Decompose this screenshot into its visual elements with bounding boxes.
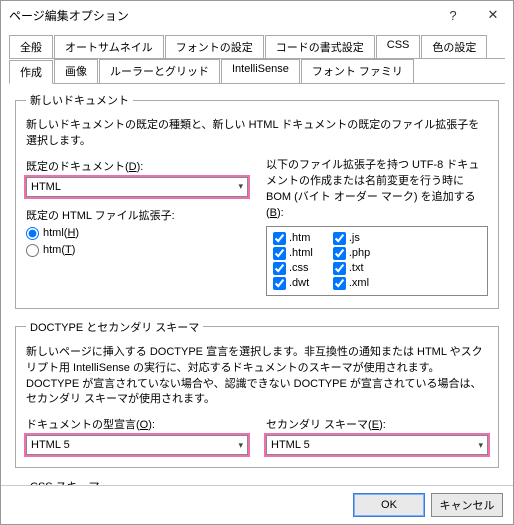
ext-checkbox-js[interactable]: .js <box>333 231 370 246</box>
secondary-schema-label: セカンダリ スキーマ(E): <box>266 416 488 432</box>
help-button[interactable]: ? <box>433 1 473 29</box>
radio-html[interactable]: html(H) <box>26 227 248 240</box>
ext-checkbox-css[interactable]: .css <box>273 261 313 276</box>
default-document-label: 既定のドキュメント(D): <box>26 158 248 174</box>
tab-オートサムネイル[interactable]: オートサムネイル <box>54 35 164 58</box>
tab-画像[interactable]: 画像 <box>54 59 98 83</box>
doctype-declaration-label: ドキュメントの型宣言(O): <box>26 416 248 432</box>
group-new-document: 新しいドキュメント 新しいドキュメントの既定の種類と、新しい HTML ドキュメ… <box>15 92 499 309</box>
group-css-schema: CSS スキーマ このスキーマは、CSS IntelliSense で使用できる… <box>15 478 499 485</box>
ext-checkbox-html[interactable]: .html <box>273 246 313 261</box>
ext-checkbox-php[interactable]: .php <box>333 246 370 261</box>
titlebar: ページ編集オプション ? ✕ <box>1 1 513 29</box>
tab-IntelliSense[interactable]: IntelliSense <box>221 59 300 83</box>
group-description: 新しいドキュメントの既定の種類と、新しい HTML ドキュメントの既定のファイル… <box>26 118 488 150</box>
utf8-description: 以下のファイル拡張子を持つ UTF-8 ドキュメントの作成または名前変更を行う時… <box>266 158 488 222</box>
cancel-button[interactable]: キャンセル <box>431 493 503 517</box>
tab-フォントの設定[interactable]: フォントの設定 <box>165 35 264 58</box>
tab-CSS[interactable]: CSS <box>376 35 421 58</box>
group-description: 新しいページに挿入する DOCTYPE 宣言を選択します。非互換性の通知または … <box>26 345 488 409</box>
tab-content: 新しいドキュメント 新しいドキュメントの既定の種類と、新しい HTML ドキュメ… <box>1 84 513 485</box>
chevron-down-icon: ▾ <box>478 440 483 451</box>
tab-フォント ファミリ[interactable]: フォント ファミリ <box>301 59 414 83</box>
extension-label: 既定の HTML ファイル拡張子: <box>26 207 248 223</box>
dialog-title: ページ編集オプション <box>9 7 433 24</box>
tab-strip: 全般オートサムネイルフォントの設定コードの書式設定CSS色の設定 作成画像ルーラ… <box>1 29 513 84</box>
radio-htm[interactable]: htm(T) <box>26 244 248 257</box>
tab-作成[interactable]: 作成 <box>9 60 53 84</box>
dialog-footer: OK キャンセル <box>1 485 513 524</box>
ext-checkbox-txt[interactable]: .txt <box>333 261 370 276</box>
tab-全般[interactable]: 全般 <box>9 35 53 58</box>
group-legend: CSS スキーマ <box>26 478 104 485</box>
tab-色の設定[interactable]: 色の設定 <box>421 35 487 58</box>
group-doctype: DOCTYPE とセカンダリ スキーマ 新しいページに挿入する DOCTYPE … <box>15 319 499 469</box>
ext-checkbox-htm[interactable]: .htm <box>273 231 313 246</box>
ok-button[interactable]: OK <box>353 493 425 517</box>
doctype-declaration-value: HTML 5 <box>31 439 70 451</box>
chevron-down-icon: ▾ <box>238 181 243 192</box>
doctype-declaration-select[interactable]: HTML 5 ▾ <box>26 435 248 455</box>
default-document-value: HTML <box>31 181 61 193</box>
group-legend: 新しいドキュメント <box>26 92 133 108</box>
secondary-schema-select[interactable]: HTML 5 ▾ <box>266 435 488 455</box>
tab-ルーラーとグリッド[interactable]: ルーラーとグリッド <box>99 59 220 83</box>
default-document-select[interactable]: HTML ▾ <box>26 177 248 197</box>
chevron-down-icon: ▾ <box>238 440 243 451</box>
close-button[interactable]: ✕ <box>473 1 513 29</box>
secondary-schema-value: HTML 5 <box>271 439 310 451</box>
utf8-extensions-box: .htm.html.css.dwt .js.php.txt.xml <box>266 226 488 296</box>
ext-checkbox-dwt[interactable]: .dwt <box>273 276 313 291</box>
tab-コードの書式設定[interactable]: コードの書式設定 <box>265 35 375 58</box>
ext-checkbox-xml[interactable]: .xml <box>333 276 370 291</box>
dialog-window: ページ編集オプション ? ✕ 全般オートサムネイルフォントの設定コードの書式設定… <box>0 0 514 525</box>
group-legend: DOCTYPE とセカンダリ スキーマ <box>26 319 203 335</box>
